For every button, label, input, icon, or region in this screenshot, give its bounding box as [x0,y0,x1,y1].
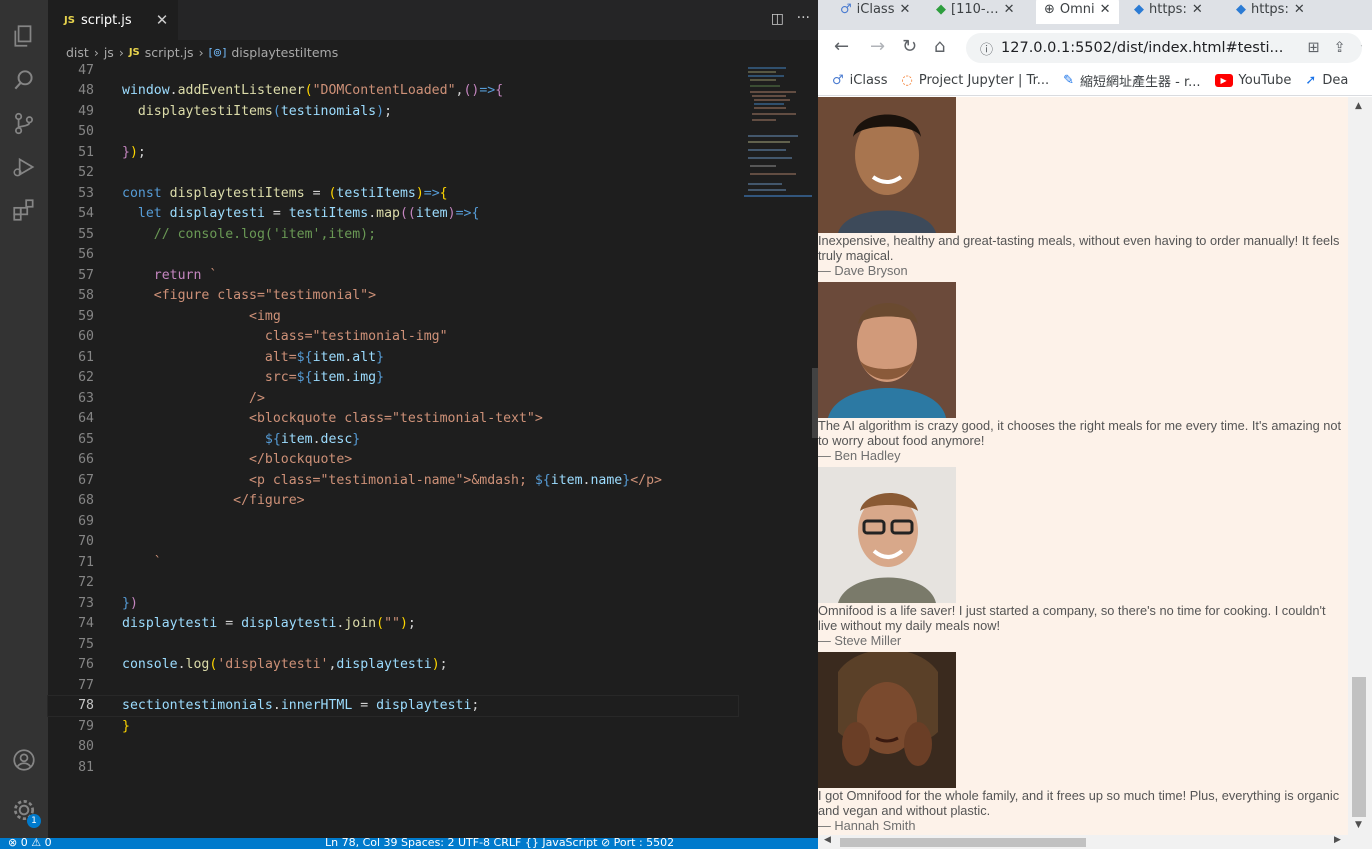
minimap-cursor-line [744,195,812,197]
scroll-right-arrow-icon[interactable]: ▶ [1334,835,1341,845]
scroll-down-arrow-icon[interactable]: ▼ [1355,820,1362,830]
jupyter-icon: ◌ [901,73,913,88]
javascript-file-icon: JS [128,46,140,58]
reload-icon[interactable]: ↻ [902,36,917,57]
testimonial-text: Inexpensive, healthy and great-tasting m… [818,233,1340,263]
iclass-logo-icon: ♂ [832,73,844,88]
tab-label: script.js [80,12,132,28]
globe-icon: ⊕ [1044,1,1055,17]
share-icon[interactable]: ⇪ [1334,40,1346,56]
browser-tab-https-1[interactable]: ◆ https: ✕ [1134,0,1203,24]
run-debug-icon[interactable] [0,147,48,187]
variable-symbol-icon: [⊚] [208,45,227,59]
testimonial-name: — Dave Bryson [818,263,908,278]
testimonial-photo [818,282,956,418]
scroll-left-arrow-icon[interactable]: ◀ [824,835,831,845]
chevron-right-icon: › [118,44,124,60]
breadcrumb-js[interactable]: js [104,45,114,60]
activity-bar: 1 [0,0,48,838]
testimonial-text: Omnifood is a life saver! I just started… [818,603,1326,633]
vscode-window: 1 JS script.js ✕ ◫ ··· dist › js › JS sc… [0,0,818,849]
shortener-icon: ✎ [1063,73,1075,88]
browser-tab-strip: ♂ iClass ✕ ◆ [110-… ✕ ⊕ Omni ✕ ◆ https: ✕ ◆ … [818,0,1372,30]
minimap[interactable] [746,66,812,200]
source-control-icon[interactable] [0,103,48,143]
chevron-right-icon: › [93,44,99,60]
explorer-icon[interactable] [0,16,48,56]
browser-tab-https-2[interactable]: ◆ https: ✕ [1236,0,1305,24]
bookmark-youtube[interactable]: ▶ YouTube [1214,73,1291,88]
extensions-icon[interactable] [0,190,48,230]
browser-window: ♂ iClass ✕ ◆ [110-… ✕ ⊕ Omni ✕ ◆ https: ✕ ◆ … [818,0,1372,849]
testimonial-name: — Steve Miller [818,633,902,648]
more-actions-icon[interactable]: ··· [797,10,810,26]
browser-tab-iclass[interactable]: ♂ iClass ✕ [840,0,910,24]
page-scrollbar-thumb[interactable] [1352,677,1366,817]
home-icon[interactable]: ⌂ [934,36,945,57]
translate-icon[interactable]: ⊞ [1307,40,1319,56]
bookmarks-bar: ♂ iClass ◌ Project Jupyter | Tr... ✎ 縮短網… [818,66,1372,96]
testimonial-photo [818,97,956,233]
javascript-file-icon: JS [64,14,75,26]
bookmark-jupyter[interactable]: ◌ Project Jupyter | Tr... [901,73,1049,88]
browser-tab-omnifood[interactable]: ⊕ Omni ✕ [1036,0,1119,24]
testimonial-card: Omnifood is a life saver! I just started… [818,467,1348,648]
breadcrumb-dist[interactable]: dist [66,45,89,60]
breadcrumb-file[interactable]: script.js [145,45,194,60]
tab-favicon-icon: ◆ [1134,1,1144,17]
bookmark-iclass[interactable]: ♂ iClass [832,73,887,88]
iclass-logo-icon: ♂ [840,1,852,17]
forward-arrow-icon[interactable]: → [870,36,885,57]
tab-favicon-icon: ◆ [936,1,946,17]
back-arrow-icon[interactable]: ← [834,36,849,57]
scroll-up-arrow-icon[interactable]: ▲ [1355,101,1362,111]
testimonial-name: — Ben Hadley [818,448,901,463]
settings-badge: 1 [27,814,41,828]
testimonial-card: The AI algorithm is crazy good, it choos… [818,282,1348,463]
bookmark-dea[interactable]: ➚ Dea [1305,73,1348,88]
bookmark-star-icon[interactable]: ☆ [1360,40,1362,56]
editor-tab-bar: JS script.js ✕ ◫ ··· [48,0,818,40]
site-info-icon[interactable]: ⓘ [980,39,993,58]
breadcrumb-symbol[interactable]: displaytestiItems [231,45,338,60]
testimonial-card: I got Omnifood for the whole family, and… [818,652,1348,833]
youtube-icon: ▶ [1214,74,1233,87]
search-icon[interactable] [0,60,48,100]
tab-script-js[interactable]: JS script.js ✕ [48,0,178,40]
browser-toolbar: ← → ↻ ⌂ ⓘ 127.0.0.1:5502/dist/index.html… [818,30,1372,66]
page-content: Inexpensive, healthy and great-tasting m… [818,97,1348,835]
status-bar: ⊗ 0 ⚠ 0 Ln 78, Col 39 Spaces: 2 UTF-8 CR… [0,838,818,849]
cursor-position-status[interactable]: Ln 78, Col 39 Spaces: 2 UTF-8 CRLF {} Ja… [325,838,674,849]
problems-status[interactable]: ⊗ 0 ⚠ 0 [8,838,52,849]
testimonial-photo [818,467,956,603]
testimonial-photo [818,652,956,788]
testimonial-text: The AI algorithm is crazy good, it choos… [818,418,1342,448]
close-icon[interactable]: ✕ [156,11,169,29]
testimonial-text: I got Omnifood for the whole family, and… [818,788,1340,818]
browser-tab-110[interactable]: ◆ [110-… ✕ [936,0,1014,24]
bookmark-url-shortener[interactable]: ✎ 縮短網址產生器 - r... [1063,71,1200,90]
url-text: 127.0.0.1:5502/dist/index.html#testi... [1001,40,1284,56]
chevron-right-icon: › [198,44,204,60]
horizontal-scrollbar-thumb[interactable] [840,838,1086,847]
settings-gear-icon[interactable]: 1 [0,790,48,830]
code-editor[interactable]: 47 48 window.addEventListener("DOMContent… [47,63,818,838]
testimonial-card: Inexpensive, healthy and great-tasting m… [818,97,1348,278]
accounts-icon[interactable] [0,740,48,780]
tab-favicon-icon: ◆ [1236,1,1246,17]
rocket-icon: ➚ [1305,73,1317,88]
testimonial-name: — Hannah Smith [818,818,916,833]
address-bar[interactable]: ⓘ 127.0.0.1:5502/dist/index.html#testi..… [966,33,1362,63]
split-editor-icon[interactable]: ◫ [771,11,784,27]
